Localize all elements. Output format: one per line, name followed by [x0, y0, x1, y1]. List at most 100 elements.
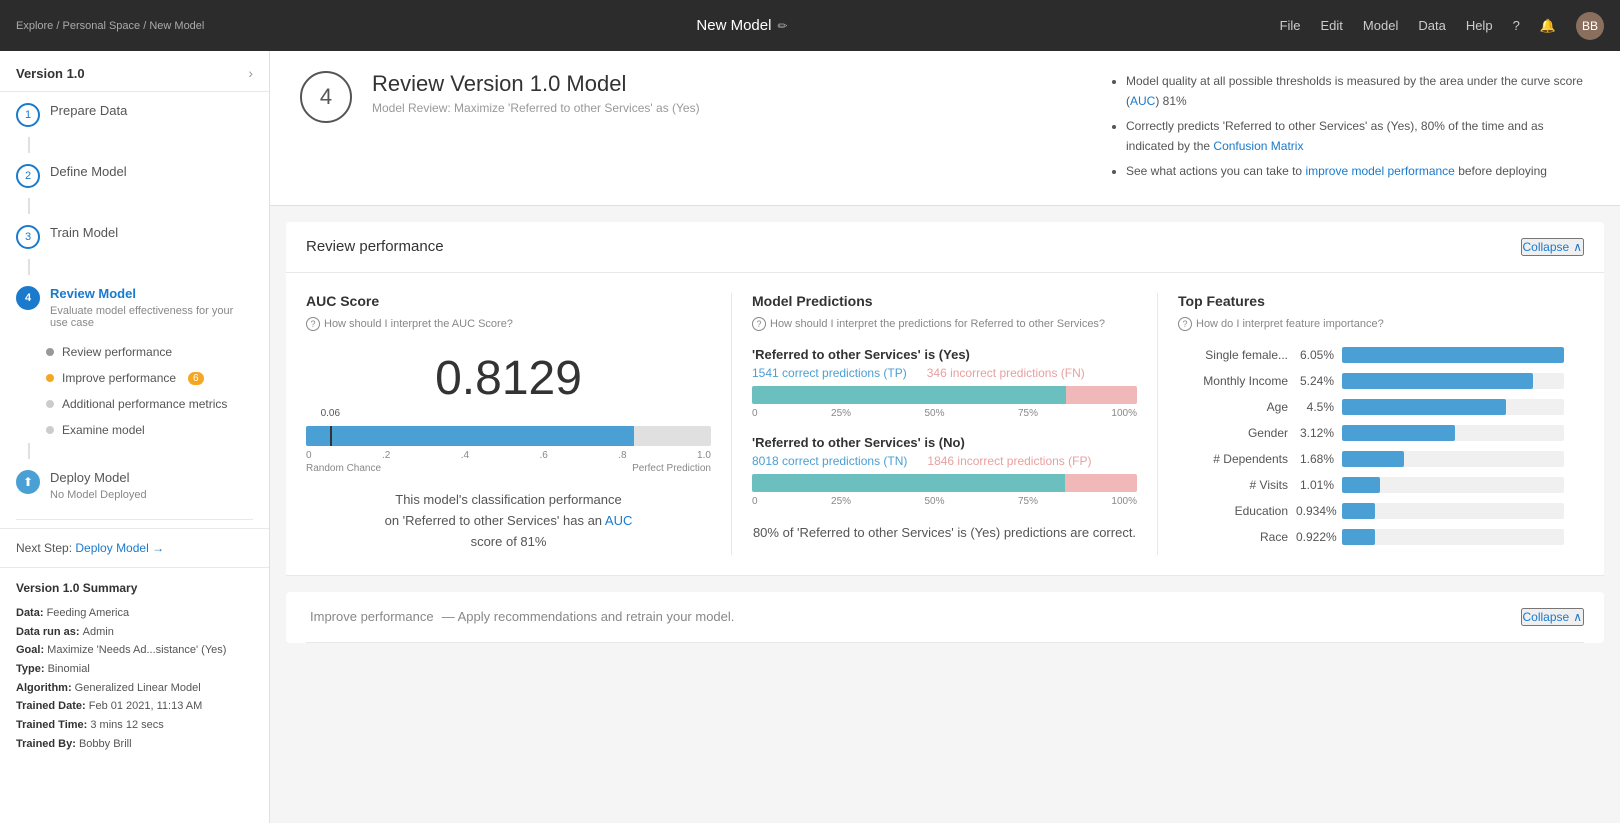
confusion-matrix-link[interactable]: Confusion Matrix — [1213, 139, 1303, 153]
sidebar-step-review[interactable]: 4 Review Model Evaluate model effectiven… — [0, 275, 269, 339]
predictions-title: Model Predictions — [752, 293, 1137, 309]
sub-item-improve-label: Improve performance — [62, 371, 176, 385]
feature-pct-6: 1.01% — [1296, 478, 1334, 492]
nav-file[interactable]: File — [1280, 18, 1301, 33]
model-header: 4 Review Version 1.0 Model Model Review:… — [270, 51, 1620, 206]
improve-title-text: Improve performance — [310, 609, 434, 624]
collapse-button[interactable]: Collapse ∧ — [1521, 238, 1585, 256]
predictions-column: Model Predictions ? How should I interpr… — [732, 293, 1158, 555]
summary-trained-time: Trained Time: 3 mins 12 secs — [16, 716, 253, 735]
next-step-link[interactable]: Deploy Model → — [75, 541, 164, 555]
review-performance-section: Review performance Collapse ∧ AUC Score … — [286, 222, 1604, 576]
sidebar-step-prepare[interactable]: 1 Prepare Data — [0, 92, 269, 137]
auc-marker: 0.06 — [330, 426, 332, 446]
nav-model[interactable]: Model — [1363, 18, 1398, 33]
sub-item-review-label: Review performance — [62, 345, 172, 359]
section-header: Review performance Collapse ∧ — [286, 222, 1604, 273]
step-label-deploy: Deploy Model — [50, 469, 147, 487]
improve-link[interactable]: improve model performance — [1305, 164, 1454, 178]
sub-item-additional[interactable]: Additional performance metrics — [46, 391, 269, 417]
sub-dot-review — [46, 348, 54, 356]
layout: Version 1.0 › 1 Prepare Data 2 Define Mo… — [0, 51, 1620, 823]
improve-title: Improve performance — Apply recommendati… — [306, 608, 734, 625]
feature-pct-5: 1.68% — [1296, 452, 1334, 466]
header-title: Review Version 1.0 Model — [372, 71, 700, 97]
topbar-nav: File Edit Model Data Help ? 🔔 BB — [1280, 12, 1604, 40]
sidebar-step-train[interactable]: 3 Train Model — [0, 214, 269, 259]
step-sublabel-deploy: No Model Deployed — [50, 489, 147, 501]
topbar-title-block: New Model ✏ — [696, 17, 787, 34]
feature-name-6: # Visits — [1178, 478, 1288, 492]
feature-row-3: Age 4.5% — [1178, 399, 1564, 415]
feature-row-5: # Dependents 1.68% — [1178, 451, 1564, 467]
pred-no-bar-incorrect — [1065, 474, 1137, 492]
auc-desc-link[interactable]: AUC — [605, 513, 632, 528]
feature-bar-track-7 — [1342, 503, 1564, 519]
bar-label-8: .8 — [618, 450, 626, 461]
nav-data[interactable]: Data — [1418, 18, 1445, 33]
sub-item-examine-label: Examine model — [62, 423, 145, 437]
feature-bar-fill-4 — [1342, 425, 1455, 441]
bar-label-0: 0 — [306, 450, 312, 461]
auc-column: AUC Score ? How should I interpret the A… — [306, 293, 732, 555]
breadcrumb-personal-space[interactable]: Personal Space — [62, 20, 140, 32]
feature-name-3: Age — [1178, 400, 1288, 414]
feature-name-7: Education — [1178, 504, 1288, 518]
features-column: Top Features ? How do I interpret featur… — [1158, 293, 1584, 555]
sidebar-step-define[interactable]: 2 Define Model — [0, 153, 269, 198]
sub-item-examine[interactable]: Examine model — [46, 417, 269, 443]
sidebar-version: Version 1.0 › — [0, 51, 269, 92]
feature-bar-fill-1 — [1342, 347, 1564, 363]
header-title-block: Review Version 1.0 Model Model Review: M… — [372, 71, 700, 115]
next-step-label: Next Step: — [16, 541, 72, 555]
summary-trained-by: Trained By: Bobby Brill — [16, 735, 253, 754]
auc-link[interactable]: AUC — [1130, 94, 1155, 108]
nav-help[interactable]: Help — [1466, 18, 1493, 33]
random-chance-label: Random Chance — [306, 463, 381, 474]
feature-bar-track-4 — [1342, 425, 1564, 441]
auc-bar-labels: 0 .2 .4 .6 .8 1.0 — [306, 450, 711, 461]
header-bullet-1: Model quality at all possible thresholds… — [1126, 71, 1590, 112]
pred-yes-bar-labels: 025%50%75%100% — [752, 408, 1137, 419]
feature-row-1: Single female... 6.05% — [1178, 347, 1564, 363]
chevron-right-icon[interactable]: › — [248, 65, 253, 81]
bar-label-6: .6 — [540, 450, 548, 461]
feature-pct-4: 3.12% — [1296, 426, 1334, 440]
bar-label-10: 1.0 — [697, 450, 711, 461]
avatar[interactable]: BB — [1576, 12, 1604, 40]
features-help[interactable]: ? How do I interpret feature importance? — [1178, 317, 1564, 331]
main-content: 4 Review Version 1.0 Model Model Review:… — [270, 51, 1620, 823]
topbar: Explore / Personal Space / New Model New… — [0, 0, 1620, 51]
version-label: Version 1.0 — [16, 66, 85, 81]
pred-no-counts: 8018 correct predictions (TN) 1846 incor… — [752, 454, 1137, 468]
breadcrumb-explore[interactable]: Explore — [16, 20, 53, 32]
auc-description: This model's classification performanceo… — [306, 490, 711, 552]
predictions-help[interactable]: ? How should I interpret the predictions… — [752, 317, 1137, 331]
feature-bar-track-3 — [1342, 399, 1564, 415]
nav-edit[interactable]: Edit — [1321, 18, 1343, 33]
improve-collapse-button[interactable]: Collapse ∧ — [1521, 608, 1585, 626]
auc-bar-track: 0.06 — [306, 426, 711, 446]
pred-no-correct: 8018 correct predictions (TN) — [752, 454, 907, 468]
help-icon[interactable]: ? — [1513, 18, 1520, 33]
sub-item-review[interactable]: Review performance — [46, 339, 269, 365]
chevron-up-icon-2: ∧ — [1573, 610, 1582, 624]
feature-pct-8: 0.922% — [1296, 530, 1334, 544]
sub-dot-additional — [46, 400, 54, 408]
pred-yes-counts: 1541 correct predictions (TP) 346 incorr… — [752, 366, 1137, 380]
improve-section: Improve performance — Apply recommendati… — [286, 592, 1604, 643]
step-label-4: Review Model — [50, 285, 253, 303]
version-summary: Version 1.0 Summary Data: Feeding Americ… — [0, 567, 269, 769]
step-circle-2: 2 — [16, 164, 40, 188]
sub-item-improve[interactable]: Improve performance 6 — [46, 365, 269, 391]
sidebar-step-deploy[interactable]: ⬆ Deploy Model No Model Deployed — [0, 459, 269, 511]
edit-icon[interactable]: ✏ — [777, 19, 787, 33]
pred-yes-title: 'Referred to other Services' is (Yes) — [752, 347, 1137, 362]
header-bullets: Model quality at all possible thresholds… — [1110, 71, 1590, 185]
auc-score-value: 0.8129 — [306, 351, 711, 406]
bell-icon[interactable]: 🔔 — [1540, 18, 1556, 34]
pred-yes-bar-correct — [752, 386, 1066, 404]
sub-item-additional-label: Additional performance metrics — [62, 397, 227, 411]
breadcrumb-new-model[interactable]: New Model — [149, 20, 204, 32]
auc-help[interactable]: ? How should I interpret the AUC Score? — [306, 317, 711, 331]
